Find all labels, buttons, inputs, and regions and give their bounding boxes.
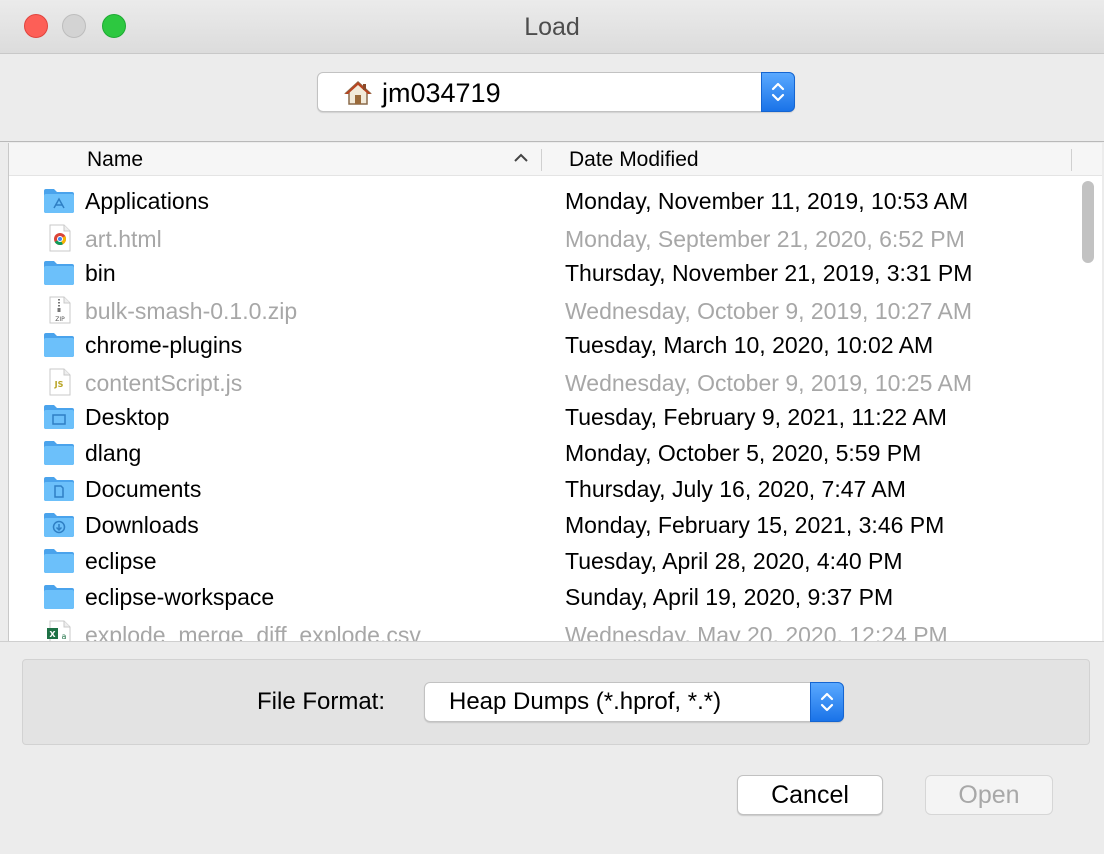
file-date-modified: Wednesday, May 20, 2020, 12:24 PM bbox=[565, 622, 948, 641]
column-header: Name Date Modified bbox=[9, 143, 1102, 176]
popup-stepper[interactable] bbox=[761, 72, 795, 112]
folder-icon bbox=[43, 330, 75, 358]
file-date-modified: Thursday, July 16, 2020, 7:47 AM bbox=[565, 476, 906, 502]
file-browser[interactable]: Name Date Modified Applications Monday, N… bbox=[8, 143, 1102, 641]
js-file-icon: JS bbox=[43, 368, 75, 396]
file-row[interactable]: Desktop Tuesday, February 9, 2021, 11:22 … bbox=[9, 398, 1069, 434]
home-icon bbox=[344, 80, 372, 105]
svg-text:a: a bbox=[62, 632, 67, 641]
documents-folder-icon bbox=[43, 474, 75, 502]
path-popup[interactable]: jm034719 bbox=[317, 72, 795, 112]
file-format-popup[interactable]: Heap Dumps (*.hprof, *.*) bbox=[424, 682, 844, 722]
file-name: bin bbox=[85, 260, 116, 286]
file-row[interactable]: bin Thursday, November 21, 2019, 3:31 PM bbox=[9, 254, 1069, 290]
folder-icon bbox=[43, 438, 75, 466]
file-date-modified: Tuesday, February 9, 2021, 11:22 AM bbox=[565, 404, 947, 430]
file-format-label: File Format: bbox=[257, 688, 386, 715]
file-date-modified: Wednesday, October 9, 2019, 10:27 AM bbox=[565, 298, 973, 324]
path-popup-label: jm034719 bbox=[382, 78, 501, 108]
title-bar: Load bbox=[0, 0, 1104, 54]
file-format-value: Heap Dumps (*.hprof, *.*) bbox=[449, 688, 722, 715]
svg-text:JS: JS bbox=[54, 380, 64, 389]
folder-icon bbox=[43, 258, 75, 286]
file-date-modified: Thursday, November 21, 2019, 3:31 PM bbox=[565, 260, 973, 286]
cancel-button[interactable]: Cancel bbox=[737, 775, 883, 815]
file-date-modified: Monday, September 21, 2020, 6:52 PM bbox=[565, 226, 965, 252]
popup-stepper[interactable] bbox=[810, 682, 844, 722]
file-row[interactable]: Downloads Monday, February 15, 2021, 3:46… bbox=[9, 506, 1069, 542]
file-date-modified: Wednesday, October 9, 2019, 10:25 AM bbox=[565, 370, 973, 396]
file-name: Applications bbox=[85, 188, 210, 214]
file-name: eclipse-workspace bbox=[85, 584, 275, 610]
file-date-modified: Monday, February 15, 2021, 3:46 PM bbox=[565, 512, 945, 538]
file-row: Xa explode_merge_diff_explode.csv Wednesda… bbox=[9, 616, 1069, 641]
file-date-modified: Sunday, April 19, 2020, 9:37 PM bbox=[565, 584, 894, 610]
sort-ascending-icon bbox=[514, 153, 528, 162]
file-row[interactable]: eclipse-workspace Sunday, April 19, 2020,… bbox=[9, 578, 1069, 614]
column-divider[interactable] bbox=[1071, 149, 1072, 171]
file-name: art.html bbox=[85, 226, 162, 252]
file-date-modified: Monday, November 11, 2019, 10:53 AM bbox=[565, 188, 969, 214]
file-format-panel: File Format: Heap Dumps (*.hprof, *.*) bbox=[22, 659, 1090, 745]
dialog-footer: File Format: Heap Dumps (*.hprof, *.*) C… bbox=[0, 641, 1104, 854]
svg-text:ZIP: ZIP bbox=[55, 316, 65, 323]
folder-icon bbox=[43, 582, 75, 610]
file-row[interactable]: Applications Monday, November 11, 2019, 1… bbox=[9, 182, 1069, 218]
excel-csv-icon: Xa bbox=[43, 620, 75, 641]
column-divider[interactable] bbox=[541, 149, 542, 171]
column-name[interactable]: Name bbox=[87, 148, 143, 172]
path-bar: jm034719 bbox=[0, 54, 1104, 142]
zip-file-icon: ZIP bbox=[43, 296, 75, 324]
column-date-modified[interactable]: Date Modified bbox=[569, 148, 699, 172]
chrome-html-icon bbox=[43, 224, 75, 252]
file-name: Desktop bbox=[85, 404, 170, 430]
file-row: JS contentScript.js Wednesday, October 9, … bbox=[9, 364, 1069, 400]
file-date-modified: Monday, October 5, 2020, 5:59 PM bbox=[565, 440, 922, 466]
file-name: Downloads bbox=[85, 512, 199, 538]
folder-icon bbox=[43, 546, 75, 574]
file-row[interactable]: eclipse Tuesday, April 28, 2020, 4:40 PM bbox=[9, 542, 1069, 578]
open-button[interactable]: Open bbox=[925, 775, 1053, 815]
applications-folder-icon bbox=[43, 186, 75, 214]
window-title: Load bbox=[524, 13, 580, 41]
file-row[interactable]: dlang Monday, October 5, 2020, 5:59 PM bbox=[9, 434, 1069, 470]
file-date-modified: Tuesday, March 10, 2020, 10:02 AM bbox=[565, 332, 934, 358]
chevron-up-down-icon bbox=[771, 82, 785, 102]
file-row[interactable]: Documents Thursday, July 16, 2020, 7:47 A… bbox=[9, 470, 1069, 506]
file-name: dlang bbox=[85, 440, 142, 466]
file-name: bulk-smash-0.1.0.zip bbox=[85, 298, 298, 324]
svg-text:X: X bbox=[49, 630, 56, 639]
scrollbar-thumb[interactable] bbox=[1082, 181, 1094, 263]
file-name: explode_merge_diff_explode.csv bbox=[85, 622, 421, 641]
desktop-folder-icon bbox=[43, 402, 75, 430]
chevron-up-down-icon bbox=[820, 692, 834, 712]
file-row[interactable]: chrome-plugins Tuesday, March 10, 2020, 1… bbox=[9, 326, 1069, 362]
file-date-modified: Tuesday, April 28, 2020, 4:40 PM bbox=[565, 548, 903, 574]
file-row: ZIP bulk-smash-0.1.0.zip Wednesday, Octobe… bbox=[9, 292, 1069, 328]
file-name: eclipse bbox=[85, 548, 157, 574]
downloads-folder-icon bbox=[43, 510, 75, 538]
file-name: Documents bbox=[85, 476, 202, 502]
file-name: chrome-plugins bbox=[85, 332, 243, 358]
file-name: contentScript.js bbox=[85, 370, 243, 396]
file-row: art.html Monday, September 21, 2020, 6:52… bbox=[9, 220, 1069, 256]
